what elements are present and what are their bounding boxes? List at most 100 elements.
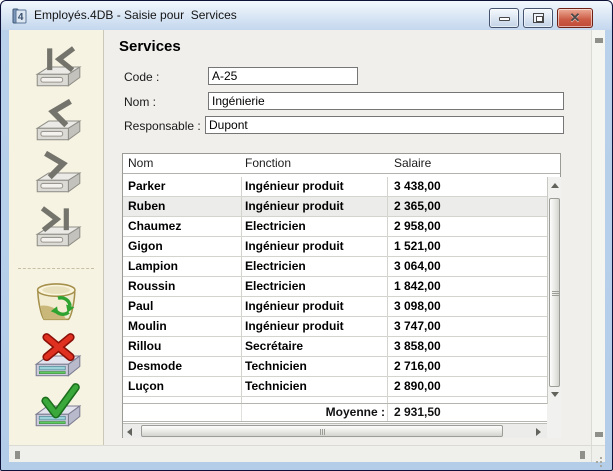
table-scrollbar-corner <box>547 404 561 438</box>
table-row[interactable]: LuçonTechnicien2 890,00 <box>123 377 547 397</box>
cell-nom: Roussin <box>123 277 242 296</box>
cell-fonction: Electricien <box>242 217 388 236</box>
form-panel: Services Code : Nom : Responsable : Nom … <box>105 30 591 445</box>
code-label: Code : <box>124 70 159 84</box>
table-row[interactable]: MoulinIngénieur produit3 747,00 <box>123 317 547 337</box>
table-body: ParkerIngénieur produit3 438,00RubenIngé… <box>123 177 547 397</box>
validate-check-drive-icon <box>31 383 85 431</box>
vertical-scroll-thumb[interactable] <box>549 198 560 387</box>
first-record-icon <box>31 42 85 90</box>
next-record-icon <box>31 148 85 196</box>
cell-fonction: Ingénieur produit <box>242 197 388 216</box>
window-title: Employés.4DB - Saisie pour Services <box>34 8 237 22</box>
table-row[interactable]: RubenIngénieur produit2 365,00 <box>123 197 547 217</box>
cell-nom: Luçon <box>123 377 242 396</box>
table-row[interactable]: ChaumezElectricien2 958,00 <box>123 217 547 237</box>
cell-salaire: 2 958,00 <box>388 217 547 236</box>
minimize-button[interactable] <box>489 8 519 28</box>
cancel-x-drive-icon <box>31 333 85 381</box>
cancel-record-button[interactable] <box>31 333 85 381</box>
thumb-grip-icon <box>320 429 321 435</box>
restore-button[interactable] <box>523 8 553 28</box>
title-bar[interactable]: 4 Employés.4DB - Saisie pour Services ✕ <box>2 1 611 30</box>
table-row[interactable]: RoussinElectricien1 842,00 <box>123 277 547 297</box>
last-record-button[interactable] <box>31 202 85 250</box>
cell-salaire: 3 438,00 <box>388 177 547 196</box>
close-button[interactable]: ✕ <box>557 8 593 28</box>
cell-salaire: 2 716,00 <box>388 357 547 376</box>
resize-grip[interactable] <box>591 445 605 462</box>
table-horizontal-scrollbar[interactable] <box>123 423 547 438</box>
scroll-right-icon[interactable] <box>536 428 541 436</box>
record-toolbar <box>9 30 104 445</box>
scroll-up-icon[interactable] <box>595 38 603 43</box>
cell-salaire: 3 747,00 <box>388 317 547 336</box>
cell-salaire: 2 365,00 <box>388 197 547 216</box>
table-row[interactable]: GigonIngénieur produit1 521,00 <box>123 237 547 257</box>
nom-label: Nom : <box>124 95 156 109</box>
window-vertical-scrollbar[interactable] <box>591 30 605 445</box>
cell-salaire: 1 521,00 <box>388 237 547 256</box>
cell-nom: Desmode <box>123 357 242 376</box>
trash-recycle-icon <box>31 280 85 328</box>
column-header-nom: Nom <box>123 154 242 173</box>
validate-record-button[interactable] <box>31 383 85 431</box>
scroll-left-icon[interactable] <box>127 428 132 436</box>
cell-fonction: Ingénieur produit <box>242 237 388 256</box>
table-vertical-scrollbar[interactable] <box>547 177 561 404</box>
window-content: Services Code : Nom : Responsable : Nom … <box>9 30 605 462</box>
cell-salaire: 3 858,00 <box>388 337 547 356</box>
average-value: 2 931,50 <box>388 404 547 421</box>
scroll-down-icon[interactable] <box>595 432 603 437</box>
employees-table: Nom Fonction Salaire ParkerIngénieur pro… <box>122 153 561 438</box>
delete-record-button[interactable] <box>31 280 85 328</box>
cell-nom: Chaumez <box>123 217 242 236</box>
close-icon: ✕ <box>558 9 592 27</box>
table-row[interactable]: DesmodeTechnicien2 716,00 <box>123 357 547 377</box>
table-header: Nom Fonction Salaire <box>123 154 560 174</box>
cell-nom: Parker <box>123 177 242 196</box>
app-4d-icon: 4 <box>11 7 29 25</box>
previous-record-icon <box>31 96 85 144</box>
previous-record-button[interactable] <box>31 96 85 144</box>
cell-salaire: 1 842,00 <box>388 277 547 296</box>
cell-fonction: Ingénieur produit <box>242 317 388 336</box>
cell-fonction: Ingénieur produit <box>242 177 388 196</box>
column-header-fonction: Fonction <box>242 154 388 173</box>
resize-grip-icon <box>600 457 602 459</box>
thumb-grip-icon <box>552 291 559 292</box>
horizontal-scroll-thumb[interactable] <box>141 425 503 437</box>
cell-nom: Gigon <box>123 237 242 256</box>
svg-text:4: 4 <box>18 12 24 23</box>
nom-input[interactable] <box>208 92 564 110</box>
average-row: Moyenne : 2 931,50 <box>123 404 547 422</box>
cell-salaire: 2 890,00 <box>388 377 547 396</box>
cell-nom: Paul <box>123 297 242 316</box>
last-record-icon <box>31 202 85 250</box>
code-input[interactable] <box>208 67 358 85</box>
scroll-right-icon[interactable] <box>580 451 585 459</box>
table-row[interactable]: LampionElectricien3 064,00 <box>123 257 547 277</box>
cell-salaire: 3 064,00 <box>388 257 547 276</box>
scroll-left-icon[interactable] <box>15 451 20 459</box>
next-record-button[interactable] <box>31 148 85 196</box>
table-row[interactable]: RillouSecrétaire3 858,00 <box>123 337 547 357</box>
window-horizontal-scrollbar[interactable] <box>9 445 591 462</box>
cell-nom: Moulin <box>123 317 242 336</box>
table-row[interactable]: ParkerIngénieur produit3 438,00 <box>123 177 547 197</box>
cell-fonction: Ingénieur produit <box>242 297 388 316</box>
responsable-input[interactable] <box>205 116 564 134</box>
cell-fonction: Technicien <box>242 377 388 396</box>
footer-spacer-row <box>123 397 547 404</box>
cell-fonction: Electricien <box>242 277 388 296</box>
table-row[interactable]: PaulIngénieur produit3 098,00 <box>123 297 547 317</box>
cell-nom: Lampion <box>123 257 242 276</box>
scroll-up-icon[interactable] <box>551 183 559 188</box>
average-label: Moyenne : <box>242 404 388 421</box>
app-window: 4 Employés.4DB - Saisie pour Services ✕ <box>0 0 613 471</box>
first-record-button[interactable] <box>31 42 85 90</box>
responsable-label: Responsable : <box>124 119 201 133</box>
column-header-salaire: Salaire <box>388 154 560 173</box>
cell-fonction: Electricien <box>242 257 388 276</box>
scroll-down-icon[interactable] <box>551 392 559 397</box>
